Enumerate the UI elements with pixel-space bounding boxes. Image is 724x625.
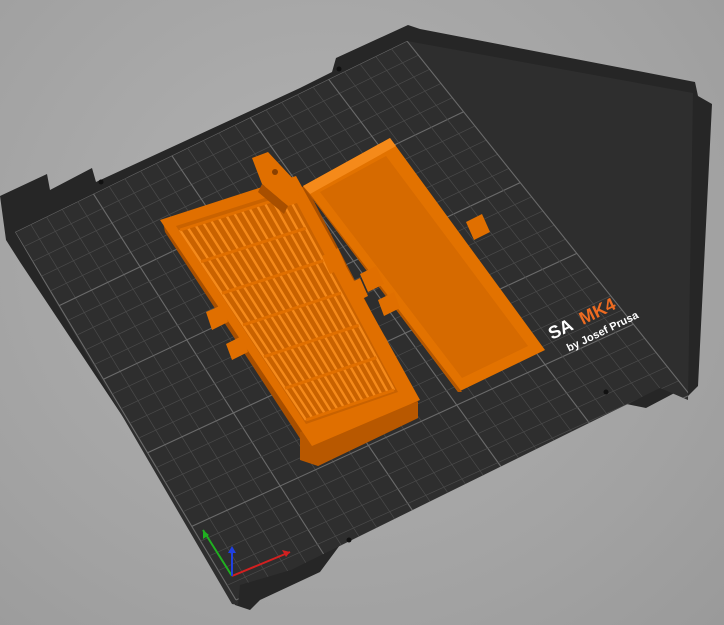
bed-hole [98,179,104,185]
3d-viewport[interactable]: SA MK4 by Josef Prusa [0,0,724,625]
bed-hole [603,389,609,395]
bed-hole [346,537,352,543]
bed-hole [336,66,342,72]
